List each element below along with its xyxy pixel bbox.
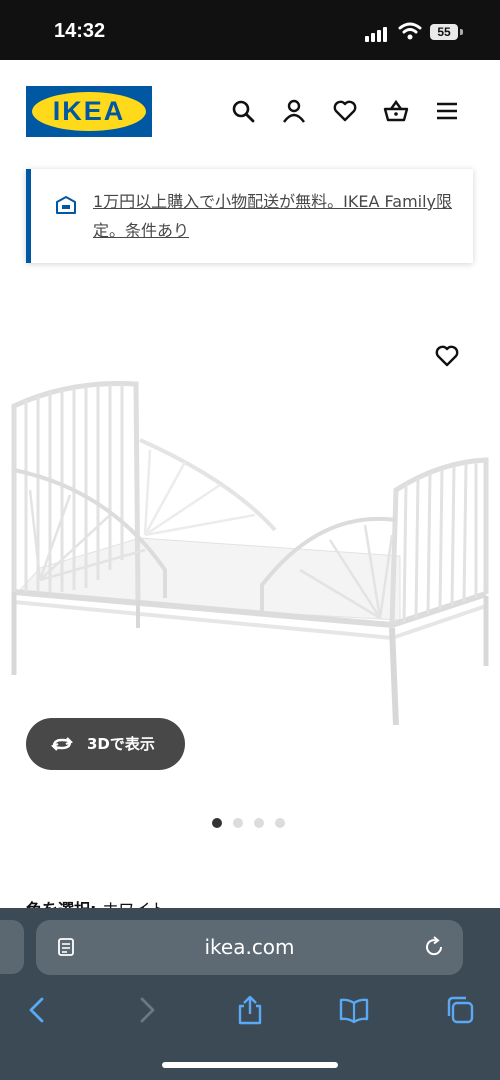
site-header: IKEA [0,60,500,160]
heart-icon[interactable] [332,98,358,124]
browser-toolbar: ikea.com [0,908,500,1080]
share-icon[interactable] [234,994,266,1026]
product-favorite-icon[interactable] [434,343,460,369]
search-icon[interactable] [230,98,256,124]
previous-tab-peek[interactable] [0,920,24,974]
view-3d-button[interactable]: 3Dで表示 [26,718,185,770]
carousel-dot-2[interactable] [233,818,243,828]
promo-banner[interactable]: 1万円以上購入で小物配送が無料。IKEA Family限定。条件あり [26,169,473,263]
forward-icon[interactable] [130,994,162,1026]
product-image [11,381,489,726]
back-icon[interactable] [22,994,54,1026]
truck-icon [56,196,76,214]
address-bar[interactable]: ikea.com [36,920,463,975]
battery-tip [460,29,463,35]
basket-icon[interactable] [383,98,409,124]
view-3d-label: 3Dで表示 [87,735,155,753]
url-text: ikea.com [204,935,295,959]
tabs-icon[interactable] [444,994,476,1026]
carousel-dot-3[interactable] [254,818,264,828]
menu-icon[interactable] [434,98,460,124]
account-icon[interactable] [281,98,307,124]
reload-icon[interactable] [422,935,446,959]
home-indicator[interactable] [162,1062,338,1068]
status-time: 14:32 [54,20,106,42]
ikea-logo[interactable]: IKEA [26,86,152,137]
wifi-icon [398,22,422,40]
status-bar: 14:32 55 [0,0,500,60]
battery-indicator: 55 [430,24,458,40]
promo-link[interactable]: 1万円以上購入で小物配送が無料。IKEA Family限定。条件あり [93,187,453,245]
carousel-dot-4[interactable] [275,818,285,828]
bookmarks-icon[interactable] [338,994,370,1026]
logo-text: IKEA [52,96,126,126]
cellular-signal-icon [365,26,391,42]
rotate-3d-icon [51,737,73,751]
carousel-dot-1[interactable] [212,818,222,828]
